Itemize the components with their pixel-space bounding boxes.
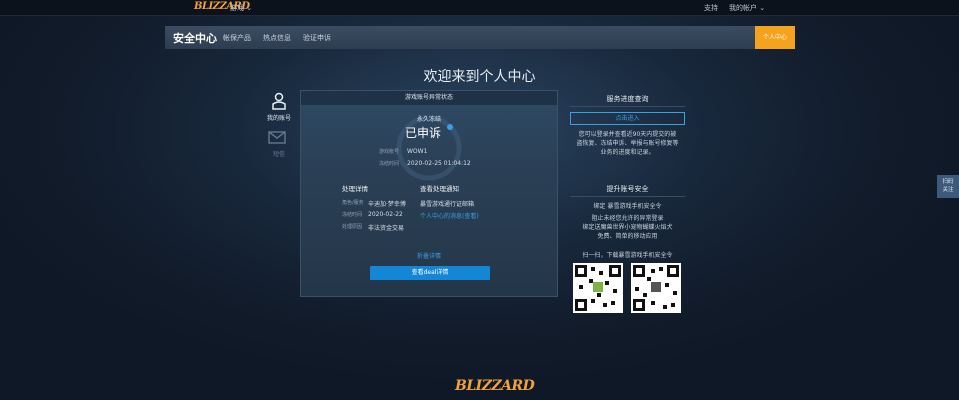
appeal-status: 已申诉: [405, 126, 442, 140]
service-desc-line: 业务的进度和记录。: [600, 149, 655, 156]
info-icon[interactable]: [447, 124, 453, 130]
download-hint: 扫一扫，下载暴雪游戏手机安全令: [582, 252, 673, 259]
notice-title: 查看处理通知: [420, 185, 459, 193]
top-bar: BLIZZARD 游戏 ⌄ 支持 我的帐户 ⌄: [0, 0, 959, 16]
page-title: 欢迎来到个人中心: [423, 69, 536, 85]
games-menu[interactable]: 游戏 ⌄: [230, 3, 252, 13]
messages-tab[interactable]: 短信: [262, 149, 296, 158]
security-center-logo[interactable]: 安全中心: [173, 30, 217, 46]
field-key-freeze-time: 冻结时间: [379, 161, 400, 167]
notice-link[interactable]: 个人中心的消息(查看): [420, 211, 479, 220]
nav-item-appeal[interactable]: 验证申诉: [303, 33, 331, 43]
mail-icon[interactable]: [268, 129, 286, 148]
upgrade-security-title: 提升账号安全: [606, 185, 649, 193]
user-icon[interactable]: [266, 92, 292, 114]
panel-header: 游戏账号异常状态: [301, 91, 557, 105]
field-value-freeze-time: 2020-02-25 01:04:12: [407, 160, 471, 167]
notice-line: 暴雪游戏通行证邮箱: [420, 201, 475, 208]
security-center-nav: 安全中心 帐保产品 热点信息 验证申诉 个人中心: [165, 26, 795, 49]
detail-key-role: 角色/服务: [342, 200, 364, 206]
feedback-label: 关注: [942, 187, 954, 193]
field-value-account: WOW1: [407, 148, 428, 155]
my-account-menu[interactable]: 我的帐户 ⌄: [729, 3, 765, 13]
support-link[interactable]: 支持: [704, 3, 718, 13]
authenticator-bind-line: 绑定 暴雪游戏手机安全令: [593, 203, 662, 210]
nav-item-products[interactable]: 帐保产品: [223, 33, 251, 43]
detail-value-role: 辛迪加·梦幸博: [368, 201, 406, 208]
detail-key-date: 冻结时间: [342, 212, 363, 218]
view-details-button[interactable]: 查看deal详情: [370, 266, 490, 280]
account-status-panel: 游戏账号异常状态 永久冻结 已申诉 游戏帐号 WOW1 冻结时间 2020-02…: [300, 90, 558, 297]
footer-blizzard-logo[interactable]: BLIZZARD: [455, 378, 535, 394]
field-key-account: 游戏帐号: [379, 149, 400, 155]
enter-query-button[interactable]: 点击进入: [570, 112, 685, 125]
collapse-details-link[interactable]: 折叠详情: [301, 251, 557, 260]
android-qr-code: [573, 263, 623, 313]
upgrade-desc-line: 绑定送魔兽世界小宠物蝴蝶火焰犬: [582, 224, 673, 231]
divider: [570, 196, 685, 197]
service-progress-title: 服务进度查询: [606, 95, 649, 103]
divider: [570, 106, 685, 107]
personal-center-button[interactable]: 个人中心: [755, 26, 795, 49]
detail-value-date: 2020-02-22: [368, 211, 403, 218]
upgrade-desc-line: 免费、简单的移动应用: [597, 233, 658, 240]
detail-key-reason: 处理原因: [342, 224, 363, 230]
follow-qr-tab[interactable]: 扫码 关注: [937, 175, 959, 198]
upgrade-desc-line: 阻止未经您允许的异常登录: [591, 215, 664, 222]
my-account-tab[interactable]: 我的账号: [262, 113, 296, 122]
upgrade-description: 阻止未经您允许的异常登录 绑定送魔兽世界小宠物蝴蝶火焰犬 免费、简单的移动应用: [570, 214, 685, 241]
detail-value-reason: 非法资金交易: [368, 225, 405, 232]
ios-qr-code: [631, 263, 681, 313]
service-desc-line: 您可以登录并查看近90天内提交的被: [578, 131, 677, 138]
service-description: 您可以登录并查看近90天内提交的被 盗恢复、冻结申诉、举报与账号修复等 业务的进…: [570, 130, 685, 157]
detail-title: 处理详情: [342, 185, 368, 193]
feedback-label: 扫码: [942, 179, 954, 185]
service-desc-line: 盗恢复、冻结申诉、举报与账号修复等: [576, 140, 679, 147]
nav-item-news[interactable]: 热点信息: [263, 33, 291, 43]
freeze-type: 永久冻结: [416, 116, 441, 123]
